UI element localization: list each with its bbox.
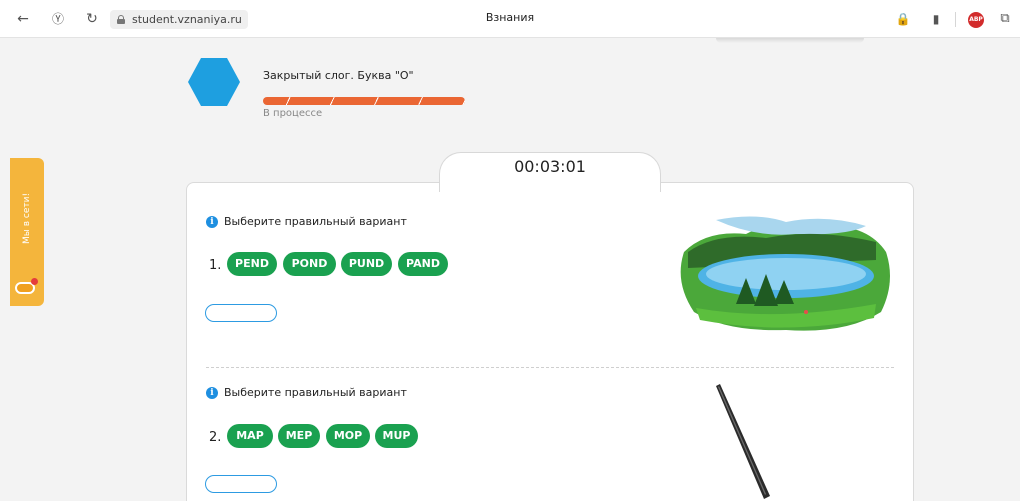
- question-instruction: i Выберите правильный вариант: [206, 386, 407, 399]
- back-arrow-icon[interactable]: ←: [13, 9, 33, 29]
- page-title: Взнания: [485, 11, 535, 24]
- option-button[interactable]: POND: [283, 252, 336, 276]
- lock-icon: [117, 15, 125, 24]
- reload-icon[interactable]: ↻: [82, 9, 102, 29]
- question-divider: [206, 367, 894, 368]
- lesson-title: Закрытый слог. Буква "О": [263, 69, 414, 82]
- lesson-hexagon-icon: [188, 58, 240, 106]
- online-chat-widget[interactable]: Мы в сети!: [10, 158, 44, 306]
- option-button[interactable]: MUP: [375, 424, 418, 448]
- option-button[interactable]: MOP: [326, 424, 370, 448]
- bookmark-icon[interactable]: ▮: [926, 9, 946, 29]
- mop-icon: [716, 384, 770, 499]
- extensions-icon[interactable]: ⧉: [995, 9, 1015, 29]
- chat-bubble-icon[interactable]: [15, 278, 38, 296]
- option-button[interactable]: MEP: [278, 424, 320, 448]
- answer-slot[interactable]: [205, 304, 277, 322]
- question-instruction: i Выберите правильный вариант: [206, 215, 407, 228]
- instruction-text: Выберите правильный вариант: [224, 215, 407, 228]
- address-bar[interactable]: student.vznaniya.ru: [110, 10, 248, 29]
- browser-toolbar: ← Ⓨ ↻ student.vznaniya.ru Взнания 🔒 ▮ AB…: [0, 0, 1020, 38]
- option-button[interactable]: PUND: [341, 252, 392, 276]
- option-button[interactable]: PEND: [227, 252, 277, 276]
- lesson-status: В процессе: [263, 108, 323, 119]
- yandex-icon[interactable]: Ⓨ: [48, 9, 68, 29]
- timer: 00:03:01: [514, 157, 586, 176]
- pond-icon: [680, 216, 890, 331]
- option-button[interactable]: MAP: [227, 424, 273, 448]
- online-chat-label: Мы в сети!: [22, 192, 32, 244]
- info-icon: i: [206, 215, 218, 228]
- toolbar-dropdown-shadow: [716, 38, 864, 43]
- question-number: 2.: [209, 430, 222, 445]
- toolbar-separator: [955, 12, 956, 27]
- lesson-progress-bar: [263, 97, 465, 105]
- password-lock-icon[interactable]: 🔒: [893, 9, 913, 29]
- info-icon: i: [206, 386, 218, 399]
- answer-slot[interactable]: [205, 475, 277, 493]
- url-text: student.vznaniya.ru: [132, 13, 242, 26]
- option-button[interactable]: PAND: [398, 252, 448, 276]
- question-number: 1.: [209, 258, 222, 273]
- instruction-text: Выберите правильный вариант: [224, 386, 407, 399]
- adblock-icon[interactable]: ABP: [968, 12, 984, 28]
